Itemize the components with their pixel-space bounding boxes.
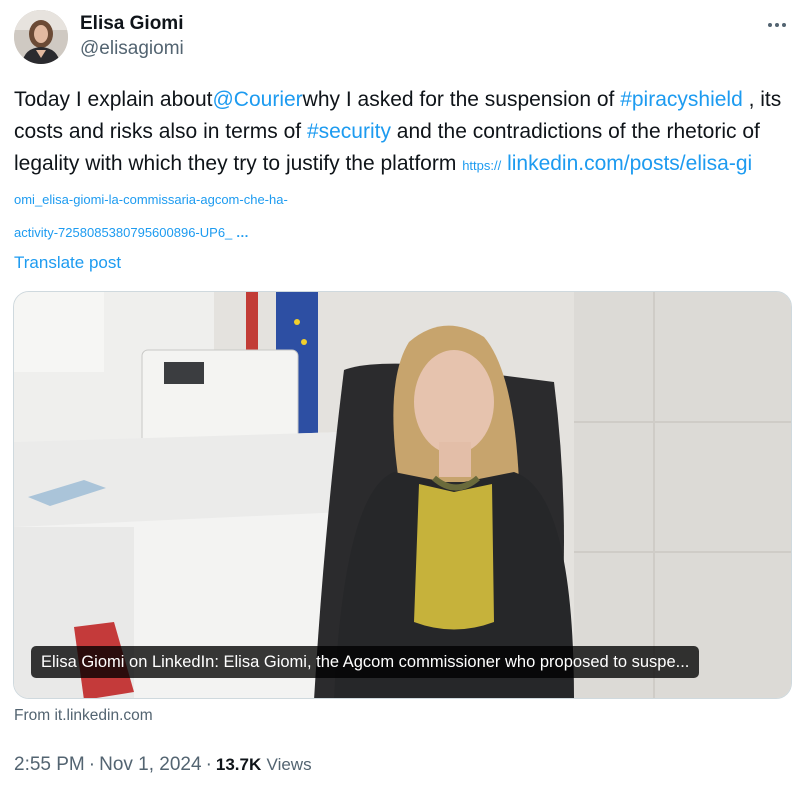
translate-post-link[interactable]: Translate post [14, 253, 121, 273]
url-rest: omi_elisa-giomi-la-commissaria-agcom-che… [14, 192, 288, 207]
views-count: 13.7K [215, 755, 262, 774]
url-link-continued[interactable]: activity-7258085380795600896-UP6_ … [14, 224, 249, 242]
card-caption: Elisa Giomi on LinkedIn: Elisa Giomi, th… [31, 646, 700, 678]
hashtag-link[interactable]: #piracyshield [620, 88, 743, 111]
url-ellipsis: … [235, 225, 249, 240]
card-image [14, 292, 791, 698]
mention-link[interactable]: @Courier [212, 88, 302, 111]
url-main: linkedin.com/posts/elisa-gi [507, 152, 753, 175]
display-name[interactable]: Elisa Giomi [80, 12, 184, 36]
tweet-text-segment: why I asked for the suspension of [302, 88, 621, 111]
url-tail: activity-7258085380795600896-UP6_ [14, 225, 233, 240]
tweet-header: Elisa Giomi @elisagiomi [14, 10, 794, 66]
card-source[interactable]: From it.linkedin.com [14, 707, 153, 725]
tweet-meta: 2:55 PM · Nov 1, 2024 · 13.7K Views [14, 753, 312, 777]
avatar[interactable] [14, 10, 68, 64]
separator: · [205, 754, 212, 775]
more-dots-icon[interactable] [760, 12, 794, 38]
tweet-text-segment: Today I explain about [14, 88, 213, 111]
link-card[interactable]: Elisa Giomi on LinkedIn: Elisa Giomi, th… [13, 291, 792, 699]
author-names: Elisa Giomi @elisagiomi [80, 12, 184, 62]
hashtag-link[interactable]: #security [307, 120, 391, 143]
views-label: Views [266, 755, 312, 774]
handle[interactable]: @elisagiomi [80, 36, 184, 62]
url-protocol: https:// [462, 158, 502, 173]
tweet-time[interactable]: 2:55 PM [14, 754, 85, 775]
tweet-date[interactable]: Nov 1, 2024 [99, 754, 201, 775]
tweet-text: Today I explain about@Courierwhy I asked… [14, 84, 794, 216]
separator: · [88, 754, 96, 775]
